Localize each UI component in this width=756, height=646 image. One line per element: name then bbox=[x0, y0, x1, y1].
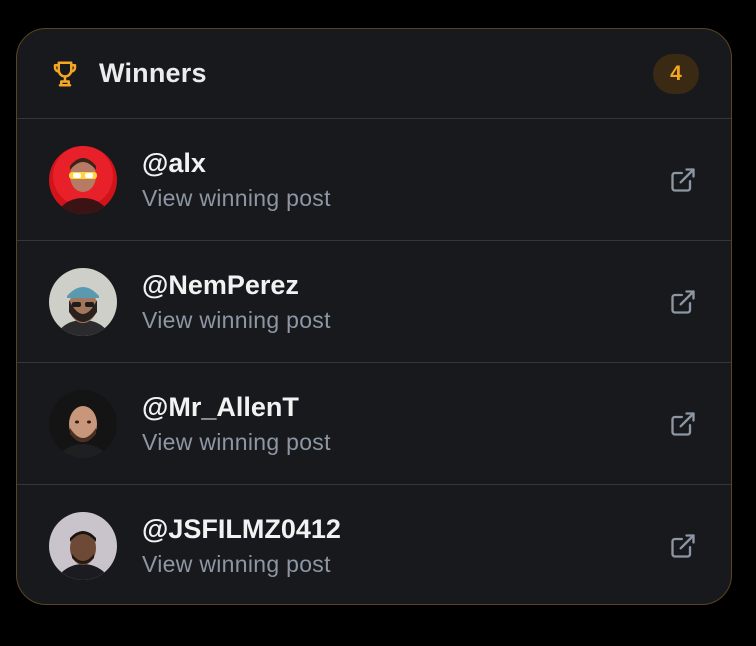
trophy-icon bbox=[49, 58, 81, 90]
winner-row[interactable]: @JSFILMZ0412 View winning post bbox=[17, 485, 731, 604]
view-winning-post-link[interactable]: View winning post bbox=[142, 305, 667, 335]
avatar bbox=[49, 145, 117, 214]
winners-card: Winners 4 @alx View winning post @NemPer… bbox=[16, 28, 732, 605]
winner-handle: @NemPerez bbox=[142, 269, 299, 300]
view-winning-post-link[interactable]: View winning post bbox=[142, 183, 667, 213]
view-winning-post-link[interactable]: View winning post bbox=[142, 427, 667, 457]
winner-row[interactable]: @alx View winning post bbox=[17, 119, 731, 241]
external-link-icon[interactable] bbox=[667, 530, 699, 562]
winner-handle: @Mr_AllenT bbox=[142, 391, 299, 422]
winners-count-badge: 4 bbox=[653, 53, 699, 94]
external-link-icon[interactable] bbox=[667, 408, 699, 440]
winner-handle: @alx bbox=[142, 147, 206, 178]
winner-handle: @JSFILMZ0412 bbox=[142, 514, 341, 544]
winner-row[interactable]: @NemPerez View winning post bbox=[17, 241, 731, 363]
external-link-icon[interactable] bbox=[667, 164, 699, 196]
view-winning-post-link[interactable]: View winning post bbox=[142, 549, 667, 579]
avatar bbox=[49, 512, 117, 580]
winners-title: Winners bbox=[99, 58, 207, 88]
external-link-icon[interactable] bbox=[667, 286, 699, 318]
avatar bbox=[49, 267, 117, 336]
winners-header: Winners 4 bbox=[17, 29, 731, 119]
winner-row[interactable]: @Mr_AllenT View winning post bbox=[17, 363, 731, 485]
avatar bbox=[49, 389, 117, 458]
